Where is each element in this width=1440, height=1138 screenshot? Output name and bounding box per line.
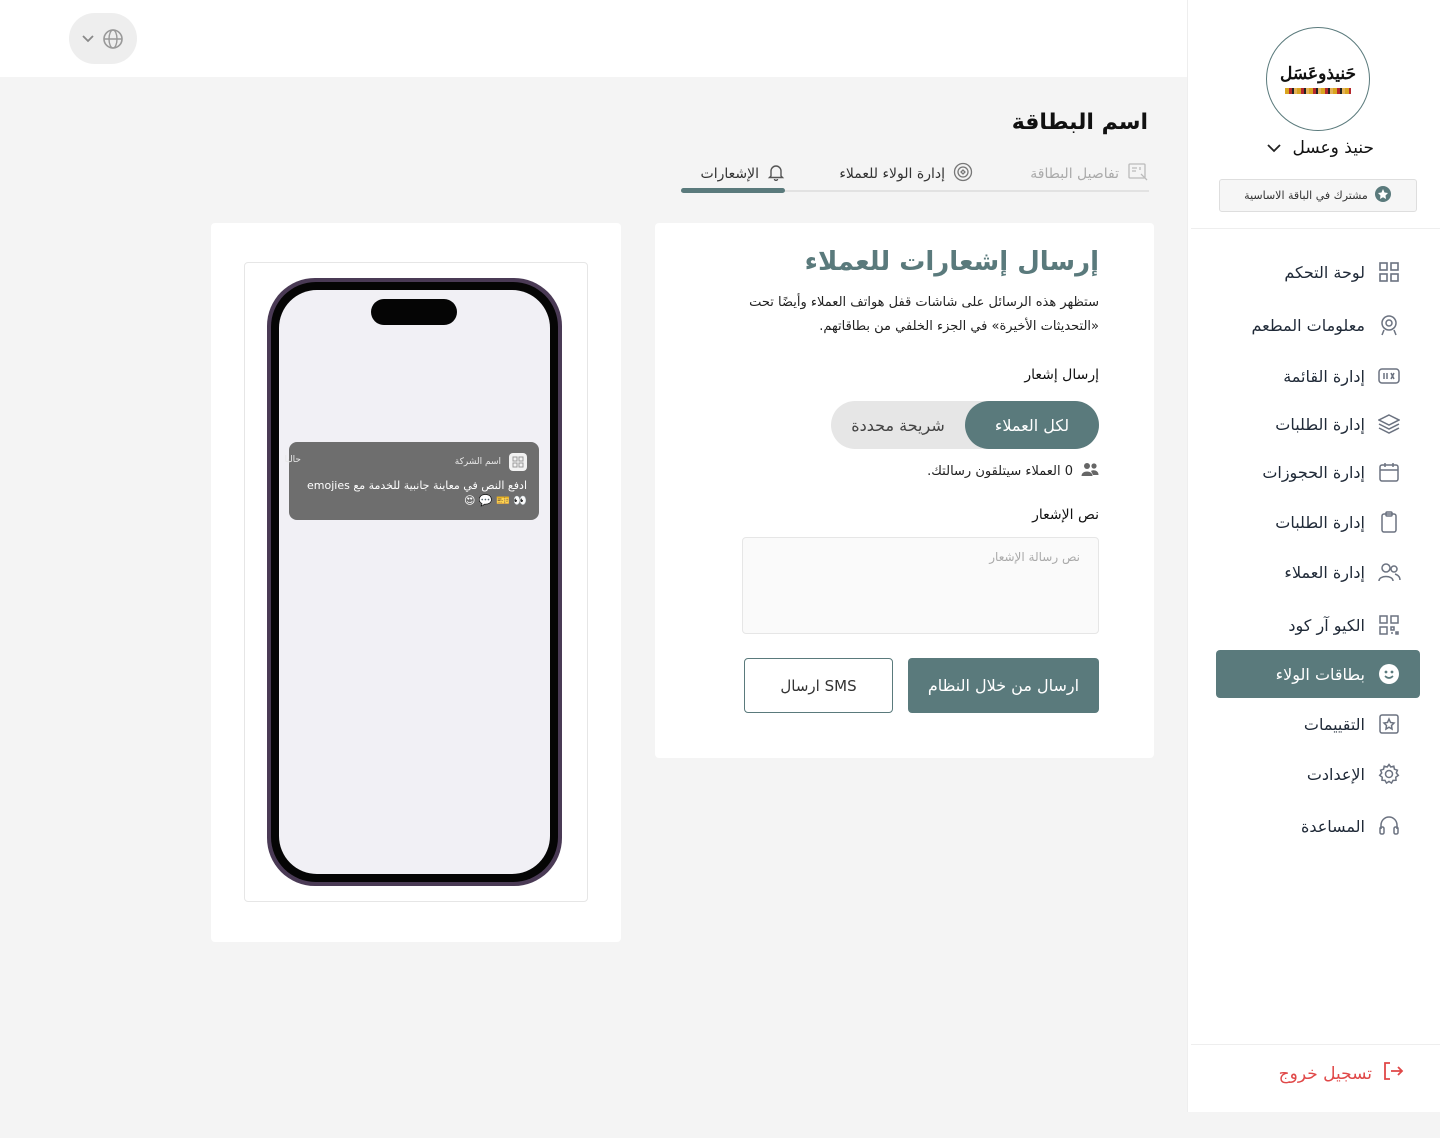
globe-icon [102,28,124,50]
tab-notifications[interactable]: الإشعارات [701,158,785,190]
sidebar-item-orders[interactable]: إدارة الطلبات [1275,400,1401,448]
chevron-down-icon [1266,138,1281,158]
audience-all-option[interactable]: لكل العملاء [965,401,1099,449]
chevron-down-icon [82,34,94,43]
notification-app-name: اسم الشركة [454,457,501,467]
clipboard-icon [1377,510,1401,534]
form-title: إرسال إشعارات للعملاء [804,247,1099,277]
logout-icon [1382,1060,1404,1087]
tab-bar: تفاصيل البطاقة إدارة الولاء للعملاء الإش… [681,158,1149,193]
phone-mockup: اسم الشركة حاليا ادفع النص في معاينة جان… [267,278,562,886]
notification-body: ادفع النص في معاينة جانبية للخدمة مع emo… [307,479,527,507]
smiley-icon [1377,662,1401,686]
sidebar-item-label: معلومات المطعم [1251,315,1365,335]
account-switcher[interactable]: حنيذ وعسل [1266,138,1375,158]
card-details-icon [1127,162,1149,186]
notification-form-card: إرسال إشعارات للعملاء ستظهر هذه الرسائل … [655,223,1154,758]
message-label: نص الإشعار [1032,507,1099,523]
recipients-text: 0 العملاء سيتلقون رسالتك. [927,463,1073,479]
notification-preview: اسم الشركة حاليا ادفع النص في معاينة جان… [284,442,539,520]
tab-card-details[interactable]: تفاصيل البطاقة [1030,158,1149,190]
phone-preview-card: اسم الشركة حاليا ادفع النص في معاينة جان… [211,223,621,942]
sidebar-item-label: بطاقات الولاء [1275,664,1365,684]
loyalty-icon [953,162,973,186]
gear-icon [1377,762,1401,786]
sidebar-item-orders-2[interactable]: إدارة الطلبات [1275,498,1401,546]
message-input[interactable] [742,537,1099,634]
audience-toggle: لكل العملاء شريحة محددة [831,401,1099,449]
divider [1191,228,1440,229]
audience-segment-option[interactable]: شريحة محددة [831,401,965,449]
bell-icon [767,163,785,185]
notification-header: اسم الشركة [455,453,527,471]
brand-logo: حَنيذوعَسَل [1266,27,1370,131]
sidebar-item-label: إدارة الطلبات [1275,512,1365,532]
sidebar-item-menu[interactable]: إدارة القائمة [1283,352,1401,400]
divider [1191,1044,1440,1045]
headset-icon [1377,814,1401,838]
sidebar-item-restaurant-info[interactable]: معلومات المطعم [1251,301,1401,349]
menu-icon [1377,364,1401,388]
sidebar-item-label: إدارة القائمة [1283,366,1365,386]
tab-label: إدارة الولاء للعملاء [839,166,945,182]
plan-badge: مشترك في الباقة الاساسية [1219,179,1417,212]
tab-label: الإشعارات [700,166,759,182]
preview-frame: اسم الشركة حاليا ادفع النص في معاينة جان… [244,262,588,902]
restaurant-icon [1377,313,1401,337]
sidebar-item-label: التقييمات [1303,714,1365,734]
star-icon [1377,712,1401,736]
sidebar-item-label: إدارة الطلبات [1275,414,1365,434]
layers-icon [1377,412,1401,436]
phone-bezel: اسم الشركة حاليا ادفع النص في معاينة جان… [271,282,558,882]
sidebar: حَنيذوعَسَل حنيذ وعسل مشترك في الباقة ال… [1187,0,1440,1112]
send-sms-button[interactable]: ارسال SMS [744,658,893,713]
sidebar-item-reviews[interactable]: التقييمات [1304,700,1401,748]
sidebar-item-qr-code[interactable]: الكيو آر كود [1288,601,1401,649]
logo-stripe [1285,88,1351,94]
logout-button[interactable]: تسجيل خروج [1279,1060,1404,1087]
qr-icon [1377,613,1401,637]
send-system-button[interactable]: ارسال من خلال النظام [908,658,1099,713]
sidebar-item-label: إدارة الحجوزات [1262,462,1365,482]
sidebar-item-settings[interactable]: الإعدادت [1307,750,1401,798]
language-switcher[interactable] [69,13,137,64]
dynamic-island [371,299,457,325]
page-title: اسم البطاقة [1011,110,1148,135]
app-icon [509,453,527,471]
badge-icon [1374,185,1392,206]
plan-badge-label: مشترك في الباقة الاساسية [1244,189,1368,202]
sidebar-item-label: لوحة التحكم [1284,262,1365,282]
users-icon [1081,461,1099,481]
phone-screen: اسم الشركة حاليا ادفع النص في معاينة جان… [279,290,550,874]
logout-label: تسجيل خروج [1278,1063,1372,1084]
sidebar-item-label: الكيو آر كود [1288,615,1365,635]
sidebar-item-label: إدارة العملاء [1284,562,1365,582]
account-name: حنيذ وعسل [1292,138,1375,158]
active-tab-indicator [681,188,785,193]
top-bar [0,0,1187,77]
notification-time: حاليا [284,455,301,465]
grid-icon [1377,260,1401,284]
sidebar-item-help[interactable]: المساعدة [1301,802,1401,850]
sidebar-item-reservations[interactable]: إدارة الحجوزات [1262,448,1401,496]
send-notification-label: إرسال إشعار [1024,367,1099,383]
tab-label: تفاصيل البطاقة [1030,166,1119,182]
recipients-count: 0 العملاء سيتلقون رسالتك. [927,461,1099,481]
form-description: ستظهر هذه الرسائل على شاشات قفل هواتف ال… [749,295,1099,334]
calendar-icon [1377,460,1401,484]
users-icon [1377,560,1401,584]
sidebar-item-customers[interactable]: إدارة العملاء [1284,548,1401,596]
sidebar-item-dashboard[interactable]: لوحة التحكم [1284,248,1401,296]
sidebar-item-loyalty-cards[interactable]: بطاقات الولاء [1216,650,1420,698]
sidebar-item-label: الإعدادت [1306,764,1365,784]
logo-wordmark: حَنيذوعَسَل [1279,64,1357,84]
tab-loyalty-management[interactable]: إدارة الولاء للعملاء [839,158,973,190]
sidebar-item-label: المساعدة [1300,816,1365,836]
